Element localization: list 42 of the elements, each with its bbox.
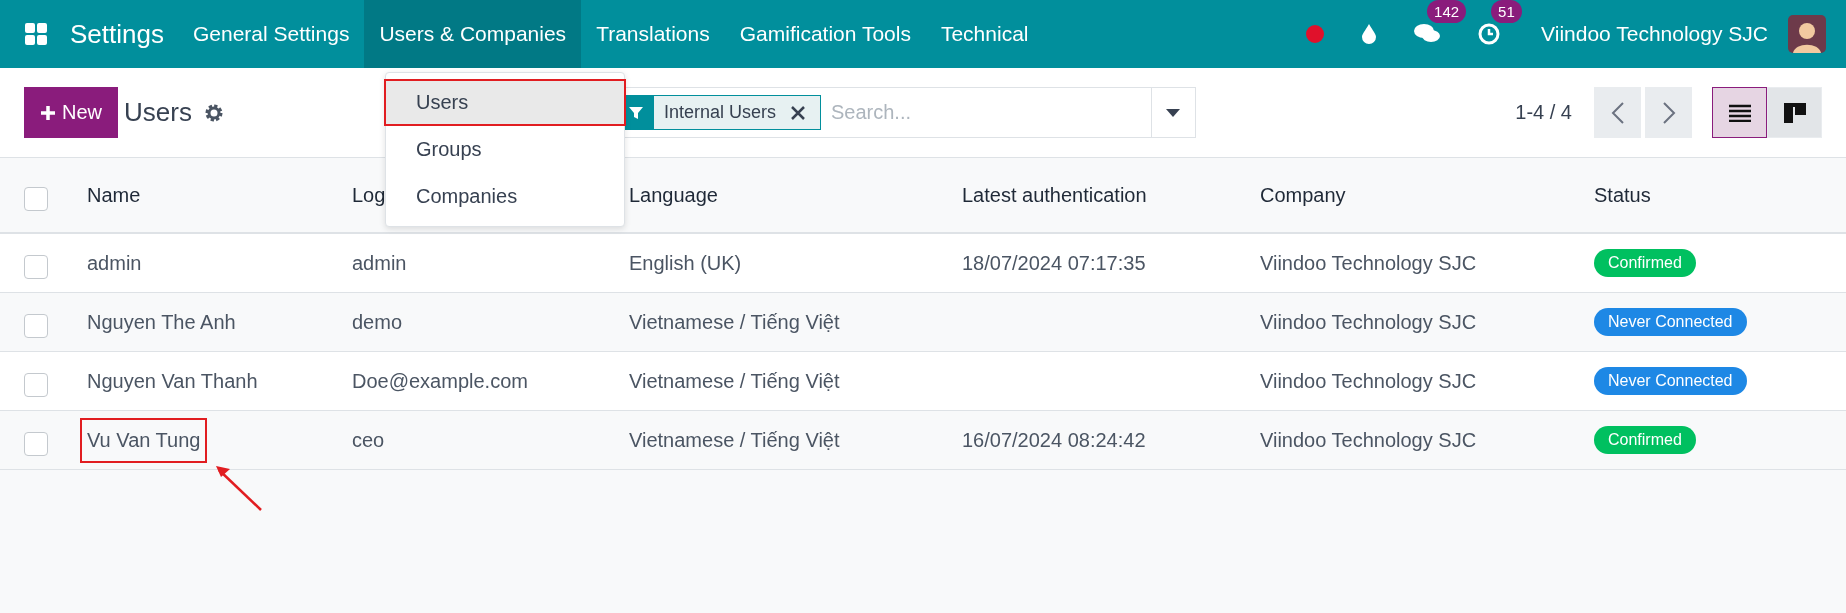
table-cell-text: admin <box>352 251 408 275</box>
table-cell-text: Nguyen Van Thanh <box>86 368 259 394</box>
status-badge: Confirmed <box>1594 426 1696 454</box>
table-cell-text: admin <box>86 250 143 276</box>
activity-count-badge: 51 <box>1491 0 1522 23</box>
company-name[interactable]: Viindoo Technology SJC <box>1541 22 1768 46</box>
table-cell-text: Viindoo Technology SJC <box>1260 310 1478 334</box>
column-header[interactable]: Language <box>629 183 962 207</box>
status-badge: Never Connected <box>1594 308 1747 336</box>
column-header[interactable]: Company <box>1260 183 1594 207</box>
nav-menu[interactable]: Translations <box>581 0 725 68</box>
nav-menu[interactable]: Technical <box>925 0 1044 68</box>
dropdown-item[interactable]: Companies <box>384 173 626 220</box>
dropdown-item[interactable]: Users <box>384 79 626 126</box>
table-cell-text: Vietnamese / Tiếng Việt <box>629 310 841 334</box>
table-cell-text: Viindoo Technology SJC <box>1260 251 1478 275</box>
facet-label: Internal Users <box>662 102 777 123</box>
table-cell-text: demo <box>352 310 404 334</box>
column-header[interactable]: Latest authentication <box>962 183 1260 207</box>
nav-menu[interactable]: Gamification Tools <box>724 0 926 68</box>
table-cell-text: Viindoo Technology SJC <box>1260 369 1478 393</box>
app-name: Settings <box>70 18 164 50</box>
nav-menu[interactable]: Users & Companies <box>364 0 582 68</box>
column-header[interactable]: Status <box>1594 183 1846 207</box>
page-title: Users <box>124 97 192 128</box>
table-cell-text: Viindoo Technology SJC <box>1260 428 1478 452</box>
table-cell-text: ceo <box>352 428 386 452</box>
table-cell-text: English (UK) <box>629 251 743 275</box>
table-cell-text: Nguyen The Anh <box>86 309 237 335</box>
new-button[interactable]: New <box>24 87 118 138</box>
pager-text: 1-4 / 4 <box>1515 101 1572 124</box>
message-count-badge: 142 <box>1427 0 1467 23</box>
table-cell-text: Vietnamese / Tiếng Việt <box>629 369 841 393</box>
status-badge: Confirmed <box>1594 249 1696 277</box>
table-cell: Vu Van Tung <box>80 417 208 463</box>
column-header[interactable]: Name <box>87 183 352 207</box>
table-cell-text: 18/07/2024 07:17:35 <box>962 251 1147 275</box>
table-cell-text: Vietnamese / Tiếng Việt <box>629 428 841 452</box>
table-cell-text: Doe@example.com <box>352 369 529 393</box>
table-cell-text: 16/07/2024 08:24:42 <box>962 428 1147 452</box>
nav-menu[interactable]: General Settings <box>177 0 365 68</box>
status-badge: Never Connected <box>1594 367 1747 395</box>
